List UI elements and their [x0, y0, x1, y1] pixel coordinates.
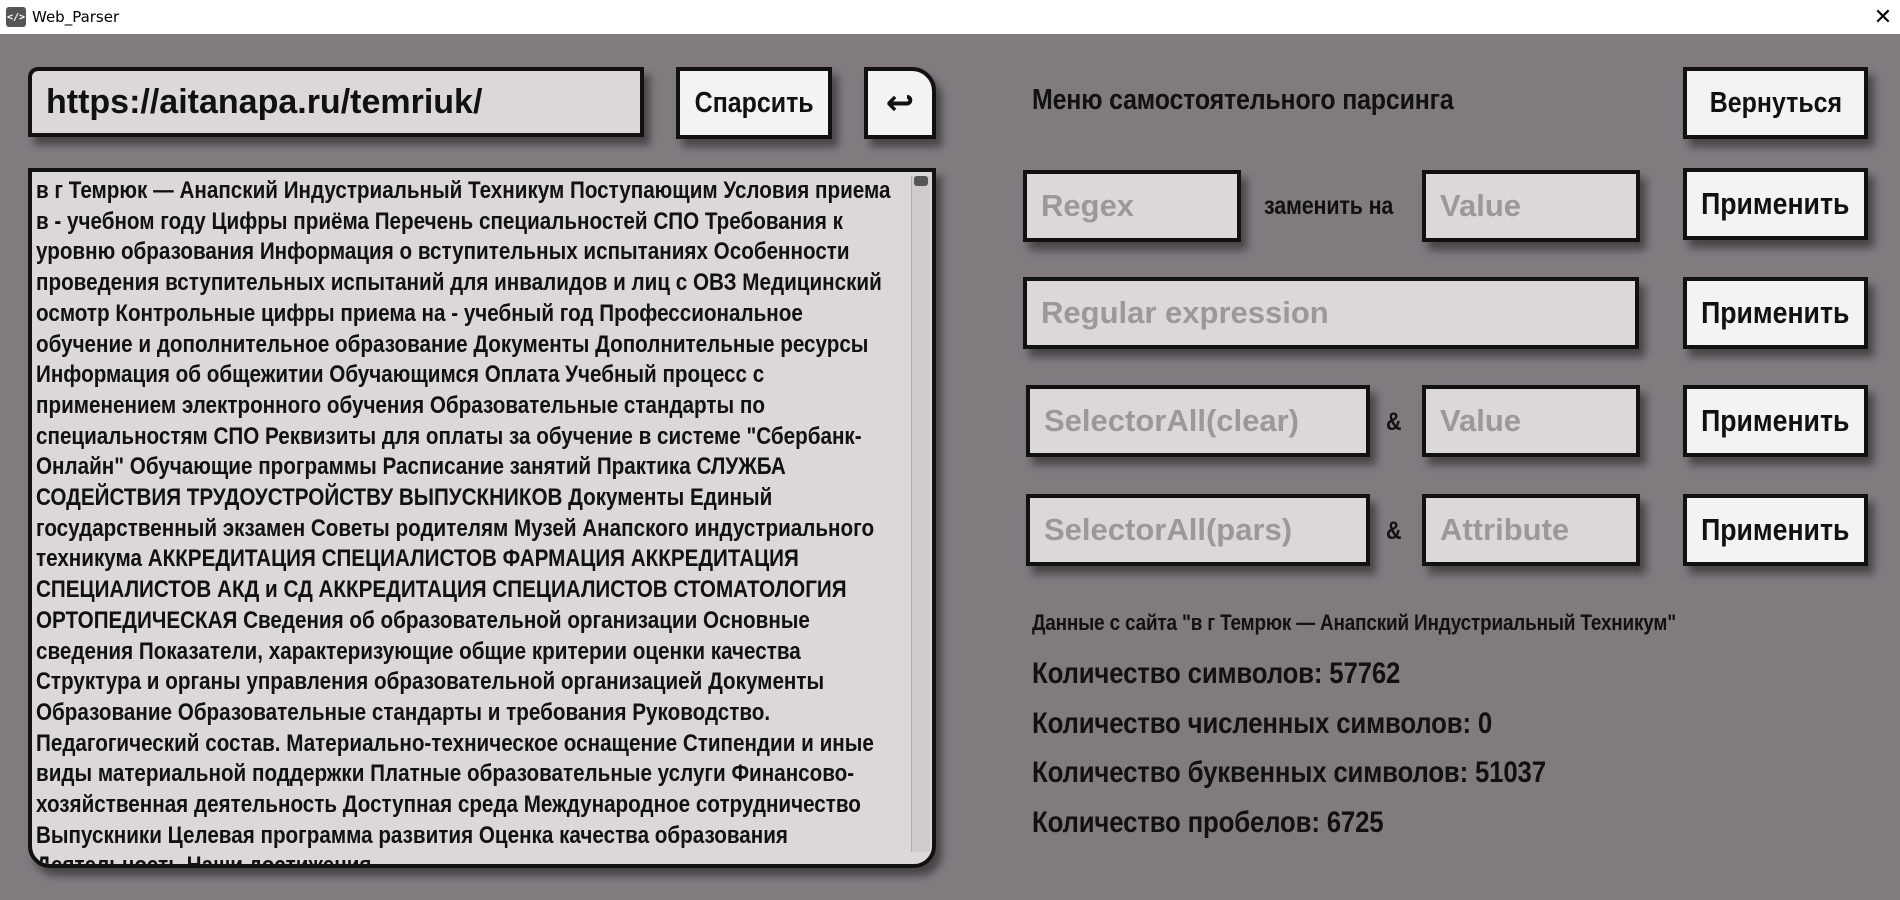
- close-icon[interactable]: ✕: [1866, 0, 1900, 34]
- ampersand-label: &: [1386, 517, 1402, 545]
- undo-button[interactable]: ↩: [864, 67, 936, 139]
- site-data-label: Данные с сайта "в г Темрюк — Анапский Ин…: [1032, 610, 1677, 635]
- apply-label: Применить: [1701, 186, 1850, 221]
- parse-button-label: Спарсить: [694, 86, 814, 119]
- selector-clear-input[interactable]: [1026, 385, 1370, 457]
- scroll-thumb[interactable]: [914, 176, 928, 186]
- regex-input[interactable]: [1023, 170, 1241, 242]
- regular-expression-input[interactable]: [1023, 277, 1639, 349]
- replace-with-label: заменить на: [1264, 192, 1394, 220]
- undo-icon: ↩: [885, 83, 915, 123]
- char-count: Количество символов: 57762: [1032, 657, 1401, 690]
- window-title: Web_Parser: [32, 8, 120, 26]
- selector-pars-input[interactable]: [1026, 494, 1370, 566]
- digit-count: Количество численных символов: 0: [1032, 707, 1493, 740]
- ampersand-label: &: [1386, 408, 1402, 436]
- text-scrollbar[interactable]: [911, 176, 930, 852]
- attribute-input[interactable]: [1422, 494, 1640, 566]
- parsed-text-content: в г Темрюк — Анапский Индустриальный Тех…: [36, 177, 891, 868]
- parse-button[interactable]: Спарсить: [676, 67, 832, 139]
- apply-label: Применить: [1701, 403, 1850, 438]
- letter-count: Количество буквенных символов: 51037: [1032, 756, 1546, 789]
- space-count: Количество пробелов: 6725: [1032, 806, 1384, 839]
- apply-label: Применить: [1701, 295, 1850, 330]
- apply-replace-button[interactable]: Применить: [1683, 168, 1868, 240]
- title-bar: </> Web_Parser ✕: [0, 0, 1900, 34]
- parsed-text-area[interactable]: в г Темрюк — Анапский Индустриальный Тех…: [28, 168, 936, 868]
- code-icon: </>: [6, 7, 26, 27]
- replace-value-input[interactable]: [1422, 170, 1640, 242]
- url-input[interactable]: [28, 67, 644, 137]
- apply-regex-button[interactable]: Применить: [1683, 277, 1868, 349]
- apply-clear-button[interactable]: Применить: [1683, 385, 1868, 457]
- clear-value-input[interactable]: [1422, 385, 1640, 457]
- back-button-label: Вернуться: [1709, 86, 1842, 119]
- menu-title: Меню самостоятельного парсинга: [1032, 84, 1454, 116]
- apply-label: Применить: [1701, 512, 1850, 547]
- apply-pars-button[interactable]: Применить: [1683, 494, 1868, 566]
- back-button[interactable]: Вернуться: [1683, 67, 1868, 139]
